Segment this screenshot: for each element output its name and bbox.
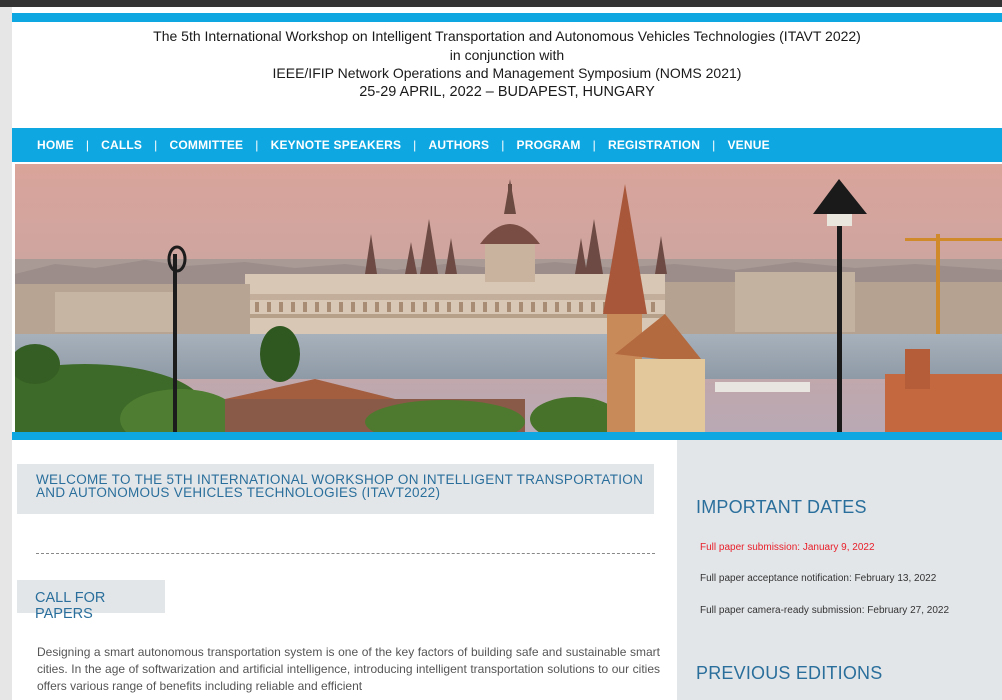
site-header: The 5th International Workshop on Intell… xyxy=(12,27,1002,101)
section-divider xyxy=(36,553,655,554)
header-conference: IEEE/IFIP Network Operations and Managem… xyxy=(272,65,742,81)
header-subtitle: in conjunction with xyxy=(449,46,565,63)
nav-calls[interactable]: CALLS xyxy=(101,138,142,152)
nav-separator: | xyxy=(501,138,505,152)
hero-image-budapest-parliament xyxy=(15,164,1002,432)
important-dates-title: IMPORTANT DATES xyxy=(696,497,867,517)
hero-bottom-bar xyxy=(12,432,1002,440)
sidebar-panel xyxy=(677,440,1002,700)
call-for-papers-title: CALL FOR PAPERS xyxy=(35,590,106,622)
nav-separator: | xyxy=(85,138,90,152)
top-accent-bar xyxy=(12,13,1002,22)
nav-separator: | xyxy=(592,138,596,152)
nav-separator: | xyxy=(255,138,259,152)
nav-authors[interactable]: AUTHORS xyxy=(428,138,489,152)
main-nav: HOME | CALLS | COMMITTEE | KEYNOTE SPEAK… xyxy=(12,128,1002,162)
welcome-title: WELCOME TO THE 5TH INTERNATIONAL WORKSHO… xyxy=(36,472,644,500)
browser-top-edge xyxy=(0,0,1002,7)
header-title: The 5th International Workshop on Intell… xyxy=(153,28,861,44)
date-full-paper-submission: Full paper submission: January 9, 2022 xyxy=(700,542,875,553)
call-for-papers-heading-box: CALL FOR PAPERS xyxy=(17,580,165,622)
nav-venue[interactable]: VENUE xyxy=(727,138,769,152)
nav-registration[interactable]: REGISTRATION xyxy=(608,138,700,152)
nav-separator: | xyxy=(413,138,417,152)
call-for-papers-text: Designing a smart autonomous transportat… xyxy=(37,645,660,693)
previous-editions-title: PREVIOUS EDITIONS xyxy=(696,663,883,683)
nav-home[interactable]: HOME xyxy=(37,138,74,152)
header-date-location: 25-29 APRIL, 2022 – BUDAPEST, HUNGARY xyxy=(359,83,655,100)
page-frame: The 5th International Workshop on Intell… xyxy=(12,7,1002,700)
nav-keynote-speakers[interactable]: KEYNOTE SPEAKERS xyxy=(271,138,402,152)
nav-separator: | xyxy=(154,138,158,152)
date-acceptance-notification: Full paper acceptance notification: Febr… xyxy=(700,573,937,584)
nav-committee[interactable]: COMMITTEE xyxy=(169,138,243,152)
welcome-heading-box: WELCOME TO THE 5TH INTERNATIONAL WORKSHO… xyxy=(17,464,654,514)
date-camera-ready-submission: Full paper camera-ready submission: Febr… xyxy=(700,605,950,616)
nav-separator: | xyxy=(712,138,716,152)
nav-program[interactable]: PROGRAM xyxy=(517,138,581,152)
